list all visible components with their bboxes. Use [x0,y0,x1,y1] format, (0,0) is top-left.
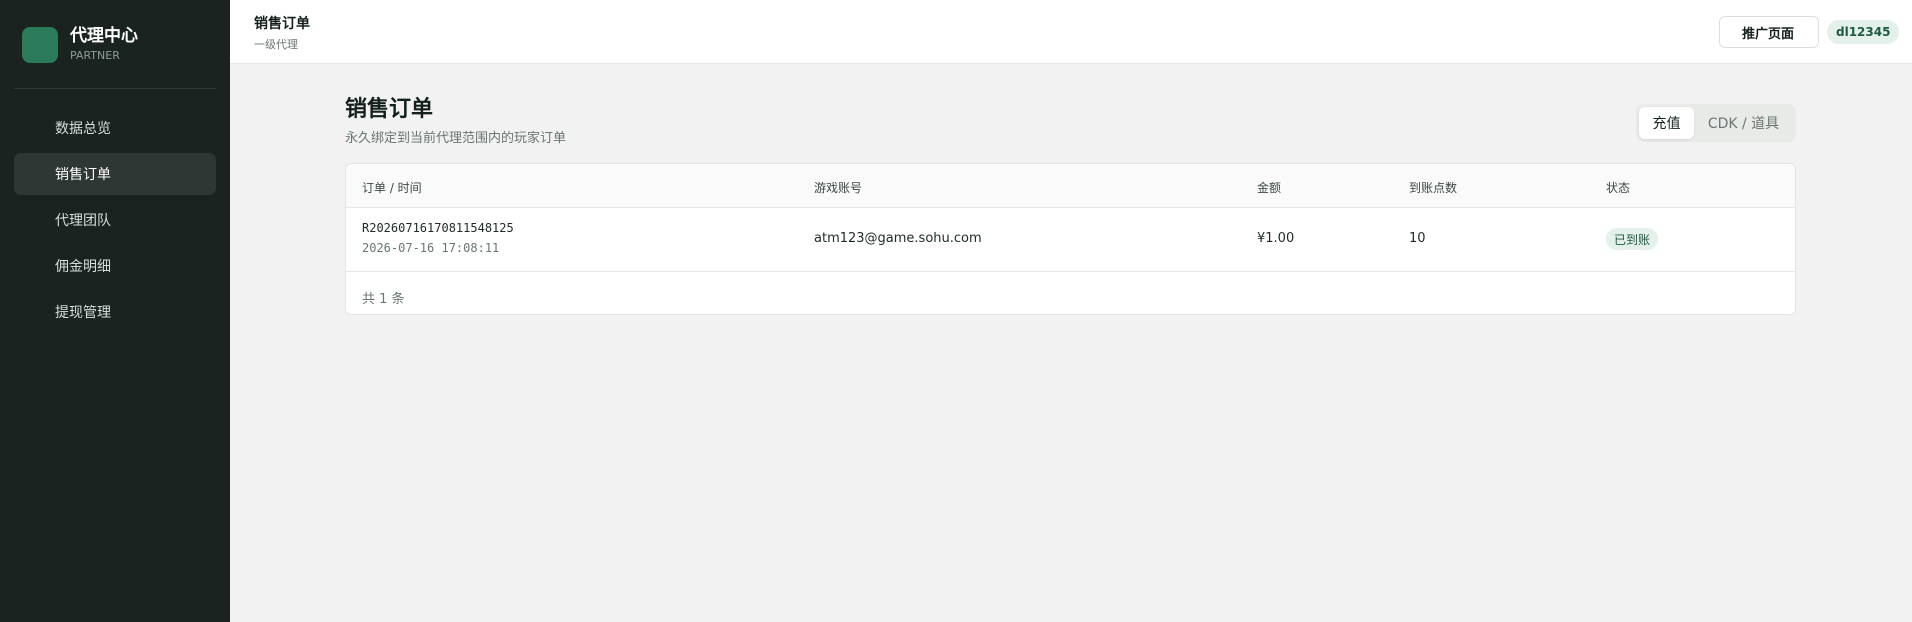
column-header-status: 状态 [1606,181,1631,195]
table-row[interactable]: R20260716170811548125 2026-07-16 17:08:1… [346,208,1795,272]
brand-subtitle: PARTNER [70,49,120,62]
order-amount: ¥1.00 [1257,231,1295,246]
promo-page-button[interactable]: 推广页面 [1719,16,1819,48]
column-header-game-account: 游戏账号 [814,181,863,195]
page-description: 永久绑定到当前代理范围内的玩家订单 [345,131,567,146]
sidebar: 代理中心 PARTNER 数据总览 销售订单 代理团队 佣金明细 提现管理 [0,0,230,622]
sidebar-item-overview[interactable]: 数据总览 [14,107,216,149]
top-header: 销售订单 一级代理 推广页面 dl12345 [230,0,1912,64]
user-badge[interactable]: dl12345 [1827,20,1900,44]
header-title: 销售订单 [254,16,310,32]
column-header-order-time: 订单 / 时间 [362,181,422,195]
sidebar-item-sales-orders[interactable]: 销售订单 [14,153,216,195]
header-subtitle: 一级代理 [254,38,298,51]
brand-text: 代理中心 PARTNER [70,26,138,63]
order-type-toggle: 充值 CDK / 道具 [1636,104,1796,142]
tab-recharge[interactable]: 充值 [1639,107,1694,139]
sidebar-nav: 数据总览 销售订单 代理团队 佣金明细 提现管理 [14,107,216,337]
order-time: 2026-07-16 17:08:11 [362,241,500,255]
status-badge: 已到账 [1606,228,1659,250]
sidebar-item-agent-team[interactable]: 代理团队 [14,199,216,241]
page-title: 销售订单 [345,97,434,122]
order-id: R20260716170811548125 [362,221,514,235]
sidebar-item-commission[interactable]: 佣金明细 [14,245,216,287]
sidebar-item-withdrawal[interactable]: 提现管理 [14,291,216,333]
tab-cdk-items[interactable]: CDK / 道具 [1694,107,1793,139]
brand-divider [14,88,216,89]
order-points: 10 [1409,231,1426,246]
table-header: 订单 / 时间 游戏账号 金额 到账点数 状态 [346,164,1795,208]
game-account: atm123@game.sohu.com [814,231,982,246]
column-header-amount: 金额 [1257,181,1282,195]
column-header-points: 到账点数 [1409,181,1458,195]
orders-table-card: 订单 / 时间 游戏账号 金额 到账点数 状态 R202607161708115… [345,163,1796,315]
brand-logo-icon [22,26,58,63]
brand-title: 代理中心 [70,26,138,46]
brand: 代理中心 PARTNER [22,26,138,63]
table-total-count: 共 1 条 [362,292,405,307]
